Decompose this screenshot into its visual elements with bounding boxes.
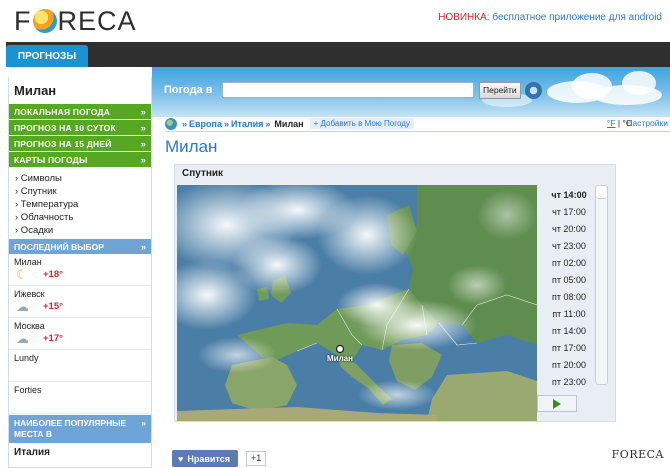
- recent-header-label: ПОСЛЕДНИЙ ВЫБОР: [14, 241, 104, 252]
- time-item[interactable]: чт 17:00: [539, 204, 599, 221]
- satellite-panel: Спутник Милан чт 14:00 чт 17:00 чт 20:00…: [174, 164, 616, 422]
- satellite-image: [177, 185, 537, 421]
- time-item[interactable]: пт 17:00: [539, 340, 599, 357]
- double-arrow-icon: »: [140, 106, 146, 117]
- sidebar: Милан ЛОКАЛЬНАЯ ПОГОДА » ПРОГНОЗ НА 10 С…: [8, 77, 152, 468]
- time-item[interactable]: чт 23:00: [539, 238, 599, 255]
- time-item[interactable]: пт 23:00: [539, 374, 599, 391]
- recent-city-item[interactable]: Lundy: [9, 350, 151, 382]
- like-label: Нравится: [187, 453, 230, 464]
- breadcrumb-separator: »: [182, 118, 188, 129]
- scroll-thumb[interactable]: [596, 186, 607, 199]
- play-button[interactable]: [537, 395, 577, 412]
- foreca-logo[interactable]: F RECA: [14, 6, 137, 36]
- breadcrumb-separator: »: [224, 118, 230, 129]
- recent-city-name: Ижевск: [14, 289, 45, 299]
- satellite-title: Спутник: [182, 168, 224, 179]
- go-button[interactable]: Перейти: [479, 81, 521, 99]
- chevron-icon: »: [141, 418, 146, 428]
- map-link-precipitation[interactable]: › Осадки: [15, 224, 145, 237]
- globe-icon[interactable]: [165, 117, 177, 130]
- recent-city-temp: +18°: [43, 269, 63, 280]
- breadcrumb: » Европа » Италия » Милан + Добавить в М…: [165, 116, 670, 132]
- time-item[interactable]: чт 14:00: [539, 187, 599, 204]
- sidebar-item-weather-maps[interactable]: КАРТЫ ПОГОДЫ »: [9, 152, 151, 167]
- tab-forecasts[interactable]: ПРОГНОЗЫ: [6, 45, 88, 67]
- breadcrumb-europe[interactable]: Европа: [189, 119, 222, 129]
- time-item[interactable]: пт 05:00: [539, 272, 599, 289]
- partly-cloudy-icon: ☁: [16, 299, 29, 314]
- moon-icon: ☾: [16, 267, 28, 282]
- recent-city-name: Forties: [14, 385, 42, 395]
- recent-city-name: Москва: [14, 321, 45, 331]
- recent-city-item[interactable]: Forties: [9, 382, 151, 414]
- time-item[interactable]: пт 02:00: [539, 255, 599, 272]
- popular-country: Италия: [14, 447, 50, 458]
- like-button[interactable]: ♥ Нравится: [172, 450, 238, 467]
- sidebar-item-label: КАРТЫ ПОГОДЫ: [14, 154, 88, 165]
- sidebar-item-label: ЛОКАЛЬНАЯ ПОГОДА: [14, 106, 111, 117]
- recent-city-temp: +17°: [43, 333, 63, 344]
- map-link-satellite[interactable]: › Спутник: [15, 185, 145, 198]
- logo-letter-f: F: [14, 5, 32, 36]
- recent-city-item[interactable]: Москва ☁ +17°: [9, 318, 151, 350]
- plus-one-count[interactable]: +1: [246, 451, 267, 466]
- promo-new-label: НОВИНКА:: [438, 12, 490, 23]
- city-marker-icon: [335, 344, 345, 354]
- settings-link[interactable]: Настройки: [626, 118, 668, 128]
- sidebar-city-title: Милан: [14, 83, 57, 98]
- time-item[interactable]: пт 11:00: [539, 306, 599, 323]
- play-icon: [553, 398, 561, 409]
- heart-icon: ♥: [178, 453, 184, 464]
- time-list: чт 14:00 чт 17:00 чт 20:00 чт 23:00 пт 0…: [539, 187, 599, 391]
- top-nav-bar: [6, 42, 670, 67]
- city-marker-label: Милан: [327, 354, 353, 363]
- popular-places-header[interactable]: НАИБОЛЕЕ ПОПУЛЯРНЫЕ МЕСТА В »: [9, 415, 151, 443]
- recent-city-item[interactable]: Ижевск ☁ +15°: [9, 286, 151, 318]
- chevron-down-icon: »: [140, 154, 146, 165]
- breadcrumb-current: Милан: [274, 118, 304, 129]
- search-label: Погода в: [164, 84, 213, 96]
- sidebar-item-10-day-forecast[interactable]: ПРОГНОЗ НА 10 СУТОК »: [9, 120, 151, 135]
- time-item[interactable]: пт 20:00: [539, 357, 599, 374]
- breadcrumb-italy[interactable]: Италия: [231, 119, 263, 129]
- locate-icon[interactable]: [524, 81, 542, 99]
- time-item[interactable]: пт 14:00: [539, 323, 599, 340]
- sidebar-item-15-day-forecast[interactable]: ПРОГНОЗ НА 15 ДНЕЙ »: [9, 136, 151, 151]
- sidebar-item-label: ПРОГНОЗ НА 15 ДНЕЙ: [14, 138, 112, 149]
- recent-header[interactable]: ПОСЛЕДНИЙ ВЫБОР »: [9, 239, 151, 254]
- double-arrow-icon: »: [140, 122, 146, 133]
- page-title: Милан: [165, 137, 218, 156]
- time-scrollbar[interactable]: [595, 185, 608, 385]
- breadcrumb-separator: »: [265, 118, 271, 129]
- recent-city-temp: +15°: [43, 301, 63, 312]
- app-promo-link[interactable]: НОВИНКА: бесплатное приложение для andro…: [438, 12, 662, 23]
- add-to-my-weather-button[interactable]: + Добавить в Мою Погоду: [309, 118, 414, 129]
- partly-cloudy-icon: ☁: [16, 331, 29, 346]
- satellite-map[interactable]: Милан: [177, 185, 537, 421]
- double-arrow-icon: »: [140, 138, 146, 149]
- map-links-list: › Символы › Спутник › Температура › Обла…: [9, 168, 151, 239]
- map-link-temperature[interactable]: › Температура: [15, 198, 145, 211]
- search-bar: Погода в Перейти: [158, 79, 548, 101]
- recent-city-name: Милан: [14, 257, 42, 267]
- time-item[interactable]: чт 20:00: [539, 221, 599, 238]
- logo-letters: RECA: [57, 5, 137, 36]
- sidebar-item-local-weather[interactable]: ЛОКАЛЬНАЯ ПОГОДА »: [9, 104, 151, 119]
- map-link-symbols[interactable]: › Символы: [15, 172, 145, 185]
- sidebar-item-label: ПРОГНОЗ НА 10 СУТОК: [14, 122, 116, 133]
- sun-globe-icon: [32, 9, 57, 33]
- foreca-watermark: FORECA: [611, 448, 664, 461]
- unit-fahrenheit[interactable]: °F: [607, 118, 616, 128]
- recent-city-item[interactable]: Милан ☾ +18°: [9, 254, 151, 286]
- promo-text: бесплатное приложение для android: [489, 12, 662, 23]
- popular-header-line1: НАИБОЛЕЕ ПОПУЛЯРНЫЕ: [14, 418, 127, 428]
- search-input[interactable]: [222, 82, 474, 98]
- map-link-cloudiness[interactable]: › Облачность: [15, 211, 145, 224]
- chevron-icon: »: [140, 241, 146, 252]
- recent-city-name: Lundy: [14, 353, 39, 363]
- popular-header-line2: МЕСТА В: [14, 429, 52, 439]
- time-item[interactable]: пт 08:00: [539, 289, 599, 306]
